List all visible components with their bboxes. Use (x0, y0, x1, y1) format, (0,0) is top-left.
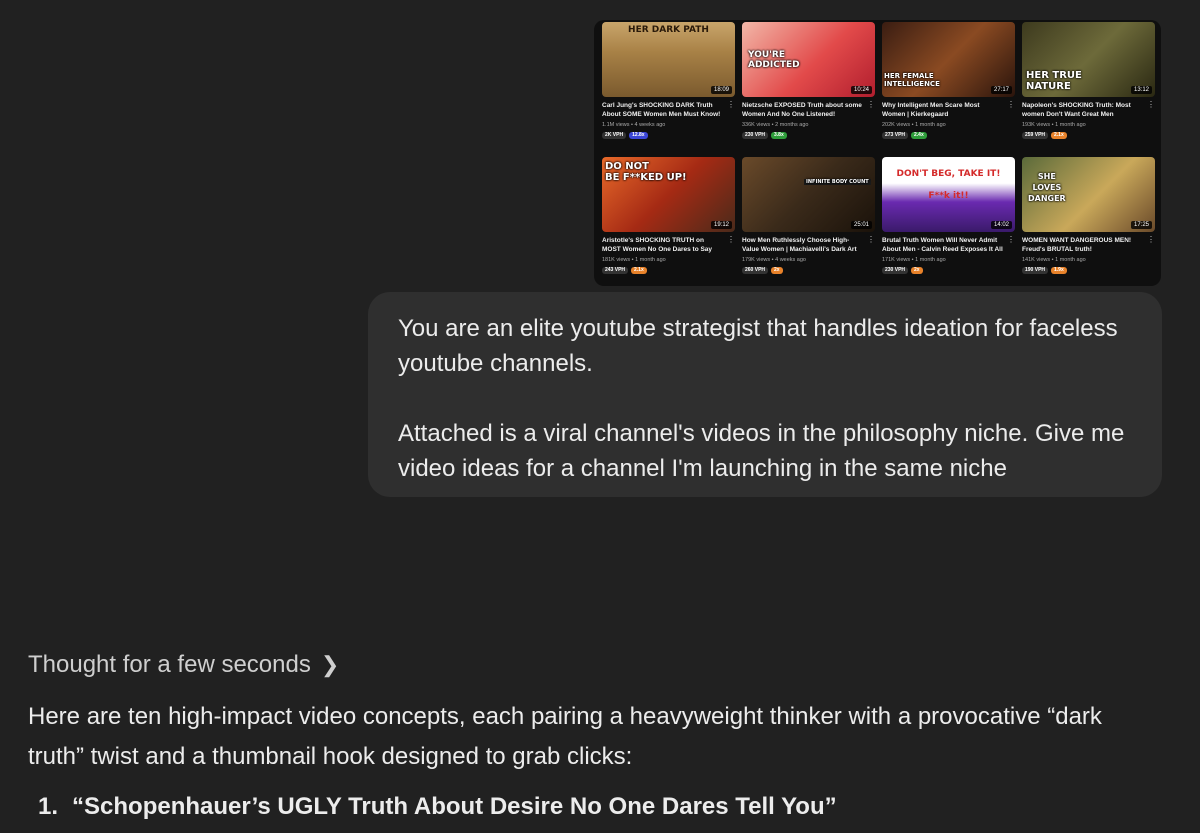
video-card[interactable]: DON'T BEG, TAKE IT! F**k it!! 14:02 Brut… (882, 157, 1015, 284)
badges: 243 VPH 2.1x (602, 267, 735, 274)
video-card[interactable]: SHE LOVES DANGER 17:25 WOMEN WANT DANGER… (1022, 157, 1155, 284)
badges: 230 VPH 3.8x (742, 132, 875, 139)
more-options-icon[interactable]: ⋮ (1147, 101, 1155, 109)
badges: 259 VPH 2.1x (1022, 132, 1155, 139)
video-meta: 141K views • 1 month ago (1022, 257, 1086, 263)
duration-label: 10:24 (850, 86, 872, 94)
video-meta: 336K views • 2 months ago (742, 122, 809, 128)
more-options-icon[interactable]: ⋮ (727, 101, 735, 109)
vph-badge: 190 VPH (1022, 267, 1049, 274)
duration-label: 27:17 (990, 86, 1012, 94)
duration-label: 19:12 (710, 221, 732, 229)
chevron-right-icon: ❯ (320, 652, 340, 677)
more-options-icon[interactable]: ⋮ (867, 236, 875, 244)
more-options-icon[interactable]: ⋮ (867, 101, 875, 109)
video-meta: 193K views • 1 month ago (1022, 122, 1086, 128)
attached-screenshot[interactable]: HER DARK PATH 18:09 Carl Jung's SHOCKING… (594, 20, 1161, 286)
outlier-badge: 3.8x (771, 132, 787, 139)
thumbnail-caption: HER DARK PATH (628, 25, 709, 35)
vph-badge: 243 VPH (602, 267, 629, 274)
thumbnail-caption: SHE LOVES DANGER (1028, 172, 1066, 203)
video-grid: HER DARK PATH 18:09 Carl Jung's SHOCKING… (602, 22, 1155, 284)
outlier-badge: 2.1x (1051, 132, 1067, 139)
video-meta: 179K views • 4 weeks ago (742, 257, 806, 263)
outlier-badge: 12.8x (629, 132, 648, 139)
more-options-icon[interactable]: ⋮ (1007, 236, 1015, 244)
more-options-icon[interactable]: ⋮ (727, 236, 735, 244)
video-meta: 202K views • 1 month ago (882, 122, 946, 128)
video-meta: 181K views • 1 month ago (602, 257, 666, 263)
video-thumbnail[interactable]: YOU'RE ADDICTED 10:24 (742, 22, 875, 97)
video-thumbnail[interactable]: INFINITE BODY COUNT 25:01 (742, 157, 875, 232)
video-card[interactable]: YOU'RE ADDICTED 10:24 Nietzsche EXPOSED … (742, 22, 875, 149)
duration-label: 18:09 (710, 86, 732, 94)
vph-badge: 259 VPH (1022, 132, 1049, 139)
video-card[interactable]: DO NOT BE F**KED UP! 19:12 Aristotle's S… (602, 157, 735, 284)
video-card[interactable]: HER FEMALE INTELLIGENCE 27:17 Why Intell… (882, 22, 1015, 149)
thumbnail-caption: DO NOT BE F**KED UP! (605, 161, 687, 183)
video-card[interactable]: INFINITE BODY COUNT 25:01 How Men Ruthle… (742, 157, 875, 284)
thumbnail-caption: HER TRUE NATURE (1026, 70, 1082, 92)
video-thumbnail[interactable]: HER DARK PATH 18:09 (602, 22, 735, 97)
video-meta: 1.1M views • 4 weeks ago (602, 122, 666, 128)
duration-label: 13:12 (1130, 86, 1152, 94)
user-message-bubble: You are an elite youtube strategist that… (368, 292, 1162, 497)
vph-badge: 260 VPH (742, 267, 769, 274)
more-options-icon[interactable]: ⋮ (1007, 101, 1015, 109)
badges: 273 VPH 2.4x (882, 132, 1015, 139)
badges: 230 VPH 2x (882, 267, 1015, 274)
vph-badge: 230 VPH (882, 267, 909, 274)
thought-label: Thought for a few seconds (28, 651, 311, 678)
duration-label: 17:25 (1130, 221, 1152, 229)
badges: 190 VPH 1.9x (1022, 267, 1155, 274)
video-thumbnail[interactable]: HER TRUE NATURE 13:12 (1022, 22, 1155, 97)
outlier-badge: 2.1x (631, 267, 647, 274)
duration-label: 25:01 (850, 221, 872, 229)
badges: 260 VPH 2x (742, 267, 875, 274)
outlier-badge: 2x (911, 267, 923, 274)
assistant-intro: Here are ten high-impact video concepts,… (28, 703, 1102, 770)
thumbnail-caption: INFINITE BODY COUNT (804, 179, 871, 185)
thumbnail-caption: HER FEMALE INTELLIGENCE (884, 72, 940, 88)
thumbnail-caption: YOU'RE ADDICTED (748, 50, 800, 70)
thought-toggle[interactable]: Thought for a few seconds ❯ (28, 649, 339, 681)
video-thumbnail[interactable]: DON'T BEG, TAKE IT! F**k it!! 14:02 (882, 157, 1015, 232)
video-title[interactable]: Napoleon's SHOCKING Truth: Most women Do… (1022, 101, 1144, 119)
video-title[interactable]: WOMEN WANT DANGEROUS MEN! Freud's BRUTAL… (1022, 236, 1144, 254)
video-title[interactable]: How Men Ruthlessly Choose High-Value Wom… (742, 236, 864, 254)
vph-badge: 2K VPH (602, 132, 627, 139)
outlier-badge: 2.4x (911, 132, 927, 139)
vph-badge: 273 VPH (882, 132, 909, 139)
outlier-badge: 1.9x (1051, 267, 1067, 274)
video-title[interactable]: Aristotle's SHOCKING TRUTH on MOST Women… (602, 236, 724, 254)
list-item-title: “Schopenhauer’s UGLY Truth About Desire … (72, 793, 837, 820)
badges: 2K VPH 12.8x (602, 132, 735, 139)
user-message-paragraph: You are an elite youtube strategist that… (398, 315, 1118, 377)
list-item-number: 1. (38, 793, 59, 820)
user-message-paragraph: Attached is a viral channel's videos in … (398, 420, 1125, 482)
thumbnail-caption: DON'T BEG, TAKE IT! F**k it!! (896, 169, 1001, 201)
duration-label: 14:02 (990, 221, 1012, 229)
video-title[interactable]: Brutal Truth Women Will Never Admit Abou… (882, 236, 1004, 254)
video-title[interactable]: Carl Jung's SHOCKING DARK Truth About SO… (602, 101, 724, 119)
video-thumbnail[interactable]: HER FEMALE INTELLIGENCE 27:17 (882, 22, 1015, 97)
outlier-badge: 2x (771, 267, 783, 274)
video-meta: 171K views • 1 month ago (882, 257, 946, 263)
video-title[interactable]: Nietzsche EXPOSED Truth about some Women… (742, 101, 864, 119)
vph-badge: 230 VPH (742, 132, 769, 139)
more-options-icon[interactable]: ⋮ (1147, 236, 1155, 244)
video-card[interactable]: HER DARK PATH 18:09 Carl Jung's SHOCKING… (602, 22, 735, 149)
video-card[interactable]: HER TRUE NATURE 13:12 Napoleon's SHOCKIN… (1022, 22, 1155, 149)
video-thumbnail[interactable]: DO NOT BE F**KED UP! 19:12 (602, 157, 735, 232)
list-item: 1. “Schopenhauer’s UGLY Truth About Desi… (38, 789, 837, 825)
video-thumbnail[interactable]: SHE LOVES DANGER 17:25 (1022, 157, 1155, 232)
video-title[interactable]: Why Intelligent Men Scare Most Women | K… (882, 101, 1004, 119)
